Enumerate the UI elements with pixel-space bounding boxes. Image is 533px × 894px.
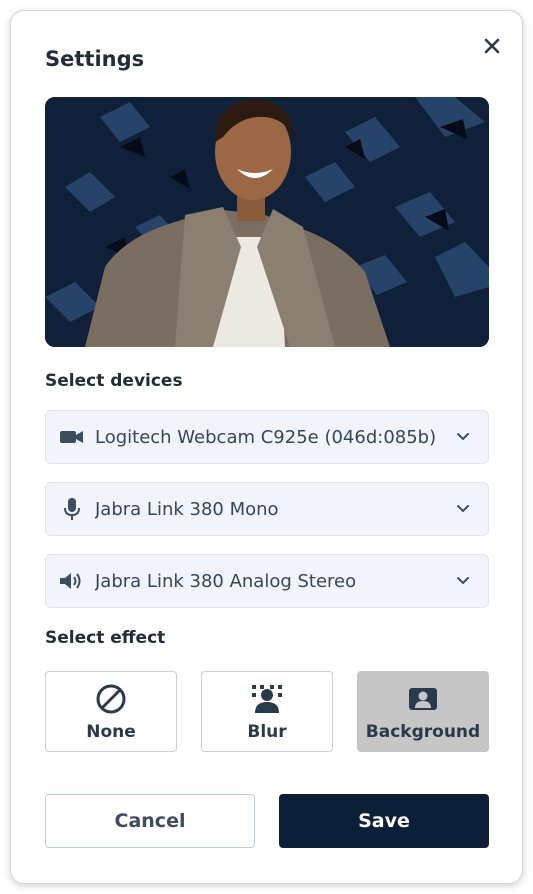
close-button[interactable] (477, 31, 507, 61)
preview-image (45, 97, 489, 347)
dialog-title: Settings (45, 47, 145, 71)
settings-dialog: Settings Select devices Logitech Webcam … (10, 10, 523, 884)
effect-background-label: Background (365, 722, 481, 742)
effect-blur-label: Blur (247, 722, 287, 742)
speaker-icon (59, 570, 85, 592)
effect-blur-button[interactable]: Blur (201, 671, 333, 752)
microphone-icon (59, 498, 85, 520)
effect-none-button[interactable]: None (45, 671, 177, 752)
block-icon (96, 684, 126, 714)
camera-preview (45, 97, 489, 347)
speaker-select[interactable]: Jabra Link 380 Analog Stereo (45, 554, 489, 608)
chevron-down-icon (456, 501, 470, 520)
chevron-down-icon (456, 429, 470, 448)
background-portrait-icon (408, 684, 438, 714)
cancel-button[interactable]: Cancel (45, 794, 255, 848)
chevron-down-icon (456, 573, 470, 592)
effect-none-label: None (86, 722, 136, 742)
microphone-select[interactable]: Jabra Link 380 Mono (45, 482, 489, 536)
camera-select-value: Logitech Webcam C925e (046d:085b) (95, 426, 437, 448)
microphone-select-value: Jabra Link 380 Mono (95, 498, 279, 520)
effect-background-button[interactable]: Background (357, 671, 489, 752)
video-camera-icon (59, 426, 85, 448)
speaker-select-value: Jabra Link 380 Analog Stereo (95, 570, 357, 592)
save-button[interactable]: Save (279, 794, 489, 848)
select-effect-label: Select effect (45, 628, 166, 648)
blur-icon (251, 684, 283, 714)
select-devices-label: Select devices (45, 371, 183, 391)
camera-select[interactable]: Logitech Webcam C925e (046d:085b) (45, 410, 489, 464)
close-icon (484, 38, 500, 54)
